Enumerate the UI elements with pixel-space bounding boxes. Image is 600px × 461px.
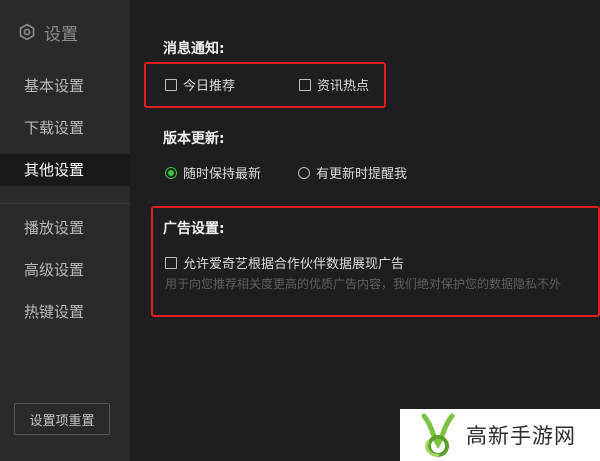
notifications-title: 消息通知: [163,41,225,57]
reset-settings-button[interactable]: 设置项重置 [14,403,110,435]
sidebar-item-advanced[interactable]: 高级设置 [0,254,130,286]
ads-title: 广告设置: [163,221,225,237]
allow-ads-checkbox-box[interactable] [165,256,177,269]
checkbox-allow-ads[interactable]: 允许爱奇艺根据合作伙伴数据展现广告 [165,253,404,272]
ads-description: 用于向您推荐相关度更高的优质广告内容，我们绝对保护您的数据隐私不外 [165,277,562,291]
sidebar-divider [0,203,130,204]
daily-recommend-label: 今日推荐 [183,79,236,94]
sidebar-item-playback[interactable]: 播放设置 [0,212,130,244]
always-latest-radio-dot[interactable] [165,166,177,179]
news-hot-label: 资讯热点 [317,79,370,94]
news-hot-checkbox-box[interactable] [299,78,311,91]
sidebar-item-download[interactable]: 下载设置 [0,112,130,144]
sidebar-item-other[interactable]: 其他设置 [0,154,130,186]
allow-ads-label: 允许爱奇艺根据合作伙伴数据展现广告 [183,257,405,272]
sidebar: 设置 基本设置 下载设置 其他设置 播放设置 高级设置 热键设置 设置项重置 [0,0,130,461]
always-latest-label: 随时保持最新 [183,167,262,182]
sidebar-item-basic[interactable]: 基本设置 [0,70,130,102]
notify-update-radio-dot[interactable] [298,166,310,179]
notify-update-label: 有更新时提醒我 [316,167,408,182]
settings-header: 设置 [18,20,78,45]
watermark-text: 高新手游网 [466,424,576,448]
watermark-banner: 高新手游网 [400,409,600,461]
daily-recommend-checkbox-box[interactable] [165,78,177,91]
update-title: 版本更新: [163,131,225,147]
radio-always-latest[interactable]: 随时保持最新 [165,163,261,182]
site-logo-icon [421,413,455,457]
settings-hexagon-icon [19,23,35,41]
settings-title: 设置 [44,24,78,45]
checkbox-daily-recommend[interactable]: 今日推荐 [165,75,235,94]
sidebar-item-hotkeys[interactable]: 热键设置 [0,296,130,328]
checkbox-news-hot[interactable]: 资讯热点 [299,75,369,94]
radio-notify-update[interactable]: 有更新时提醒我 [298,163,407,182]
